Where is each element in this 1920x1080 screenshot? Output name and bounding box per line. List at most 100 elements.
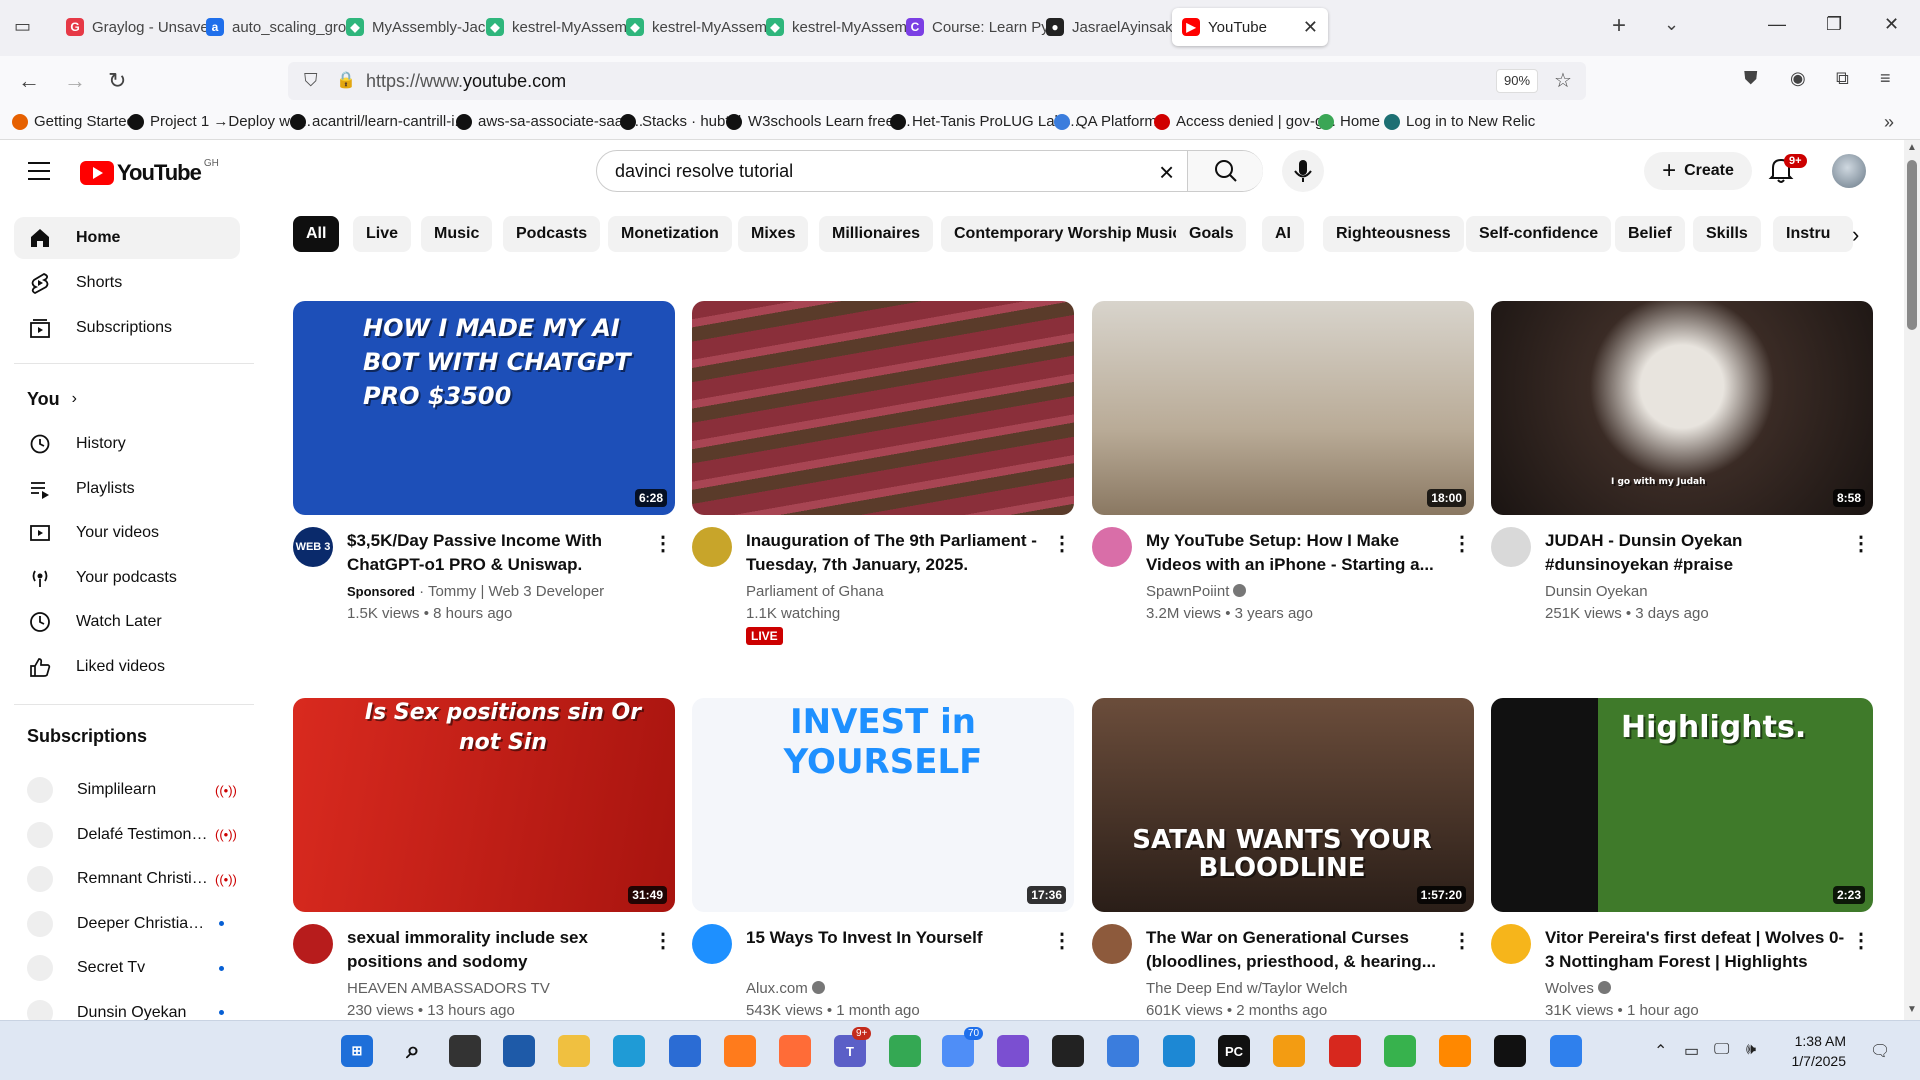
more-options-icon[interactable]: ⋮ xyxy=(653,531,673,556)
filter-chip[interactable]: Mixes xyxy=(738,216,809,252)
channel-name[interactable]: The Deep End w/Taylor Welch xyxy=(1146,980,1347,997)
pocket-icon[interactable]: ⛊ xyxy=(1744,68,1758,89)
subscription-item[interactable]: Simplilearn ((•)) xyxy=(14,770,240,810)
notepad-icon[interactable] xyxy=(1107,1035,1139,1067)
sidebar-item-subscriptions[interactable]: Subscriptions xyxy=(14,307,240,349)
video-thumbnail[interactable]: 18:00 xyxy=(1092,301,1474,515)
channel-name[interactable]: Dunsin Oyekan xyxy=(1545,583,1648,600)
vscode-icon[interactable] xyxy=(1163,1035,1195,1067)
file-explorer-icon[interactable] xyxy=(558,1035,590,1067)
scrollbar-thumb[interactable] xyxy=(1907,160,1917,330)
chrome-icon[interactable] xyxy=(889,1035,921,1067)
clock[interactable]: 1:38 AM 1/7/2025 xyxy=(1786,1031,1847,1071)
bookmarks-overflow-icon[interactable]: » xyxy=(1884,112,1894,133)
pycharm-icon[interactable]: PC xyxy=(1218,1035,1250,1067)
sidebar-item-history[interactable]: History xyxy=(14,423,240,465)
reload-icon[interactable]: ↻ xyxy=(108,68,126,94)
task-view-icon[interactable] xyxy=(449,1035,481,1067)
widgets-icon[interactable] xyxy=(503,1035,535,1067)
acrobat-icon[interactable] xyxy=(1329,1035,1361,1067)
forward-icon[interactable]: → xyxy=(64,68,86,94)
sidebar-item-home[interactable]: Home xyxy=(14,217,240,259)
video-card[interactable]: Highlights. 2:23 Vitor Pereira's first def… xyxy=(1491,698,1873,1019)
vlc-icon[interactable] xyxy=(1439,1035,1471,1067)
more-options-icon[interactable]: ⋮ xyxy=(1452,531,1472,556)
video-card[interactable]: HOW I MADE MY AI BOT WITH CHATGPT PRO $3… xyxy=(293,301,675,622)
network-icon[interactable]: 🖵 xyxy=(1714,1041,1729,1059)
video-thumbnail[interactable]: Highlights. 2:23 xyxy=(1491,698,1873,912)
store-icon[interactable] xyxy=(669,1035,701,1067)
video-card[interactable]: INVEST in YOURSELF 17:36 15 Ways To Invest… xyxy=(692,698,1074,1019)
firefox-icon[interactable] xyxy=(724,1035,756,1067)
new-tab-icon[interactable]: + xyxy=(1612,12,1626,40)
bookmark-item[interactable]: acantril/learn-cantrill-i... xyxy=(290,113,467,130)
video-card[interactable]: 18:00 My YouTube Setup: How I Make Videos… xyxy=(1092,301,1474,622)
filter-chip[interactable]: All xyxy=(293,216,340,252)
video-title[interactable]: Inauguration of The 9th Parliament - Tue… xyxy=(746,529,1046,577)
channel-avatar[interactable]: WEB 3 xyxy=(293,527,333,567)
video-card[interactable]: SATAN WANTS YOUR BLOODLINE 1:57:20 The War… xyxy=(1092,698,1474,1019)
zoom-level[interactable]: 90% xyxy=(1496,69,1538,93)
back-icon[interactable]: ← xyxy=(18,68,40,94)
filter-chip[interactable]: Music xyxy=(421,216,493,252)
channel-avatar[interactable] xyxy=(692,924,732,964)
channel-name[interactable]: HEAVEN AMBASSADORS TV xyxy=(347,980,550,997)
sidebar-item-watch-later[interactable]: Watch Later xyxy=(14,601,240,643)
close-tab-icon[interactable]: ✕ xyxy=(1303,17,1318,38)
filter-chip[interactable]: Contemporary Worship Music xyxy=(941,216,1195,252)
subscription-item[interactable]: Remnant Christian ((•)) xyxy=(14,859,240,899)
bookmark-item[interactable]: Home xyxy=(1318,113,1380,130)
video-title[interactable]: sexual immorality include sex positions … xyxy=(347,926,647,974)
filter-chip[interactable]: Millionaires xyxy=(819,216,934,252)
subscription-item[interactable]: Secret Tv xyxy=(14,948,240,988)
minimize-icon[interactable]: — xyxy=(1768,14,1786,35)
subscription-item[interactable]: Dunsin Oyekan xyxy=(14,993,240,1020)
video-thumbnail[interactable] xyxy=(692,301,1074,515)
terminal-icon[interactable] xyxy=(1494,1035,1526,1067)
scrollbar[interactable]: ▲ ▼ xyxy=(1904,140,1920,1020)
video-card[interactable]: Inauguration of The 9th Parliament - Tue… xyxy=(692,301,1074,645)
restore-icon[interactable]: ❐ xyxy=(1826,14,1842,35)
more-options-icon[interactable]: ⋮ xyxy=(1851,928,1871,953)
bookmark-item[interactable]: Log in to New Relic xyxy=(1384,113,1535,130)
chevron-right-icon[interactable]: › xyxy=(1852,222,1859,248)
video-title[interactable]: Vitor Pereira's first defeat | Wolves 0-… xyxy=(1545,926,1845,974)
bookmark-item[interactable]: QA Platform xyxy=(1054,113,1157,130)
search-input[interactable] xyxy=(615,159,1135,183)
channel-avatar[interactable] xyxy=(1092,924,1132,964)
sidebar-item-your-podcasts[interactable]: Your podcasts xyxy=(14,557,240,599)
shield-icon[interactable]: ⛉ xyxy=(304,70,318,91)
bookmark-item[interactable]: aws-sa-associate-saac... xyxy=(456,113,643,130)
battery-icon[interactable]: ▭ xyxy=(1684,1041,1699,1061)
chevron-up-icon[interactable]: ⌃ xyxy=(1654,1041,1667,1061)
subscription-item[interactable]: Delafé Testimonies ((•)) xyxy=(14,815,240,855)
filter-chip[interactable]: Live xyxy=(353,216,412,252)
channel-name[interactable]: SpawnPoiint xyxy=(1146,583,1247,600)
video-card[interactable]: I go with my Judah 8:58 JUDAH - Dunsin Oye… xyxy=(1491,301,1873,622)
subscription-item[interactable]: Deeper Christian Life xyxy=(14,904,240,944)
filter-chip[interactable]: Righteousness xyxy=(1323,216,1464,252)
more-options-icon[interactable]: ⋮ xyxy=(1052,928,1072,953)
filter-chip[interactable]: Skills xyxy=(1693,216,1761,252)
video-title[interactable]: $3,5K/Day Passive Income With ChatGPT-o1… xyxy=(347,529,647,577)
bookmark-item[interactable]: W3schools Learn free ... xyxy=(726,113,911,130)
windows-start-icon[interactable]: ⊞ xyxy=(341,1035,373,1067)
volume-icon[interactable]: 🕪 xyxy=(1746,1041,1756,1059)
search-icon[interactable]: ⌕ xyxy=(397,1035,429,1067)
filter-chip[interactable]: AI xyxy=(1262,216,1304,252)
video-thumbnail[interactable]: I go with my Judah 8:58 xyxy=(1491,301,1873,515)
channel-avatar[interactable] xyxy=(293,924,333,964)
video-thumbnail[interactable]: SATAN WANTS YOUR BLOODLINE 1:57:20 xyxy=(1092,698,1474,912)
edge-icon[interactable] xyxy=(613,1035,645,1067)
more-options-icon[interactable]: ⋮ xyxy=(1851,531,1871,556)
channel-avatar[interactable] xyxy=(1092,527,1132,567)
more-options-icon[interactable]: ⋮ xyxy=(653,928,673,953)
menu-icon[interactable]: ≡ xyxy=(1880,68,1891,89)
search-button[interactable] xyxy=(1187,151,1263,191)
voice-search-button[interactable] xyxy=(1282,150,1324,192)
browser-tab[interactable]: ▶ YouTube ✕ xyxy=(1172,8,1328,46)
tab-list-icon[interactable]: ▭ xyxy=(14,16,31,37)
avatar[interactable] xyxy=(1832,154,1866,188)
bookmark-star-icon[interactable]: ☆ xyxy=(1554,68,1572,93)
video-card[interactable]: Is Sex positions sin Or not Sin 31:49 sexu… xyxy=(293,698,675,1019)
